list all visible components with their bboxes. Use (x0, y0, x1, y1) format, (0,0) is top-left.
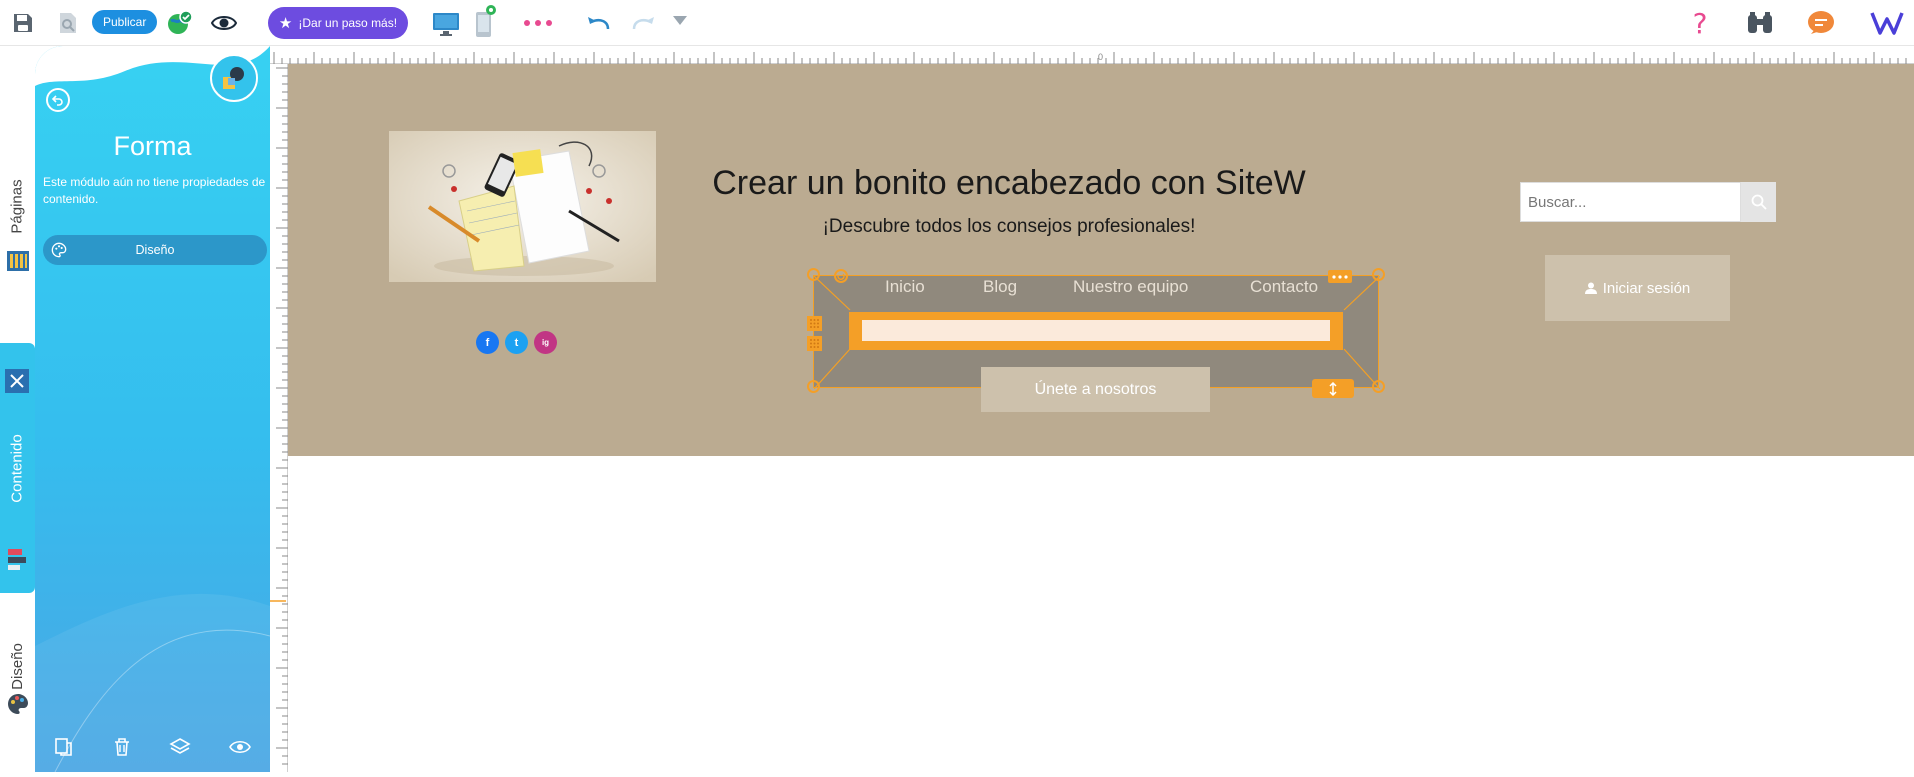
back-icon[interactable] (46, 88, 70, 112)
visibility-icon[interactable] (229, 739, 252, 760)
property-panel: Forma Este módulo aún no tiene propiedad… (35, 46, 270, 772)
eye-icon[interactable] (210, 10, 238, 36)
upgrade-label: ¡Dar un paso más! (298, 16, 398, 30)
star-icon: ★ (278, 15, 293, 32)
help-icon[interactable]: ? (1688, 7, 1712, 40)
upgrade-button[interactable]: ★ ¡Dar un paso más! (268, 7, 408, 39)
resize-handle-top-left[interactable] (807, 268, 820, 281)
panel-description: Este módulo aún no tiene propiedades de … (43, 175, 266, 206)
header-section[interactable]: f t ig Crear un bonito encabezado con Si… (288, 64, 1914, 456)
redo-icon[interactable] (630, 11, 658, 35)
shape-module-icon (210, 54, 258, 102)
palette-icon[interactable] (5, 691, 31, 717)
panel-footer (35, 726, 270, 772)
ruler-zero-label: 0 (1098, 52, 1103, 62)
join-button[interactable]: Únete a nosotros (981, 367, 1210, 412)
close-panel-icon[interactable] (5, 369, 29, 393)
left-tabs: Páginas Contenido Diseño (0, 46, 35, 772)
preview-page-icon[interactable] (55, 10, 81, 36)
site-online-icon[interactable] (166, 9, 194, 37)
search-input[interactable]: Buscar... (1520, 182, 1741, 222)
height-resize-icon[interactable] (1312, 379, 1354, 398)
editor-canvas[interactable]: f t ig Crear un bonito encabezado con Si… (288, 64, 1914, 772)
more-options-handle-icon[interactable] (1328, 270, 1352, 283)
user-icon (1584, 282, 1597, 294)
pages-icon[interactable] (5, 248, 31, 274)
hero-image[interactable] (389, 131, 656, 282)
trash-icon[interactable] (112, 737, 132, 762)
resize-handle-top-right[interactable] (1372, 268, 1385, 281)
resize-handle-bottom-right[interactable] (1372, 380, 1385, 393)
ruler-vertical (270, 64, 288, 772)
duplicate-icon[interactable] (54, 737, 74, 762)
login-button[interactable]: Iniciar sesión (1545, 255, 1730, 321)
nav-item-contacto[interactable]: Contacto (1250, 277, 1318, 297)
shape-element[interactable] (849, 312, 1343, 350)
content-blocks-icon[interactable] (5, 546, 29, 572)
design-button[interactable]: Diseño (43, 235, 267, 265)
sitew-logo-icon[interactable] (1870, 9, 1904, 37)
drag-handle-icon[interactable] (807, 336, 822, 351)
nav-item-inicio[interactable]: Inicio (885, 277, 925, 297)
undo-icon[interactable] (584, 11, 612, 35)
history-dropdown-icon[interactable] (672, 12, 688, 28)
save-icon[interactable] (10, 10, 36, 36)
more-options-icon[interactable] (523, 12, 553, 34)
nav-item-equipo[interactable]: Nuestro equipo (1073, 277, 1188, 297)
layers-icon[interactable] (169, 737, 192, 762)
resize-handle-bottom-left[interactable] (807, 380, 820, 393)
site-subtitle[interactable]: ¡Descubre todos los consejos profesional… (634, 216, 1384, 238)
shape-inner-fill (862, 320, 1330, 341)
mobile-view-icon[interactable] (473, 4, 497, 38)
top-toolbar: Publicar ★ ¡Dar un paso más! ? (0, 0, 1914, 46)
site-title[interactable]: Crear un bonito encabezado con SiteW (634, 164, 1384, 203)
instagram-icon[interactable]: ig (534, 331, 557, 354)
desktop-view-icon[interactable] (431, 11, 461, 37)
publish-button[interactable]: Publicar (92, 10, 158, 34)
search-button[interactable] (1741, 182, 1776, 222)
twitter-icon[interactable]: t (505, 331, 528, 354)
facebook-icon[interactable]: f (476, 331, 499, 354)
search-icon (1751, 194, 1767, 210)
binoculars-icon[interactable] (1745, 9, 1775, 37)
drag-handle-icon[interactable] (807, 316, 822, 331)
rotate-handle-icon[interactable] (834, 269, 848, 283)
chat-icon[interactable] (1806, 9, 1836, 37)
ruler-horizontal: 0 (270, 46, 1914, 64)
login-button-label: Iniciar sesión (1602, 279, 1691, 297)
palette-icon (51, 242, 67, 261)
design-button-label: Diseño (135, 243, 175, 257)
nav-item-blog[interactable]: Blog (983, 277, 1017, 297)
panel-title: Forma (113, 131, 192, 161)
